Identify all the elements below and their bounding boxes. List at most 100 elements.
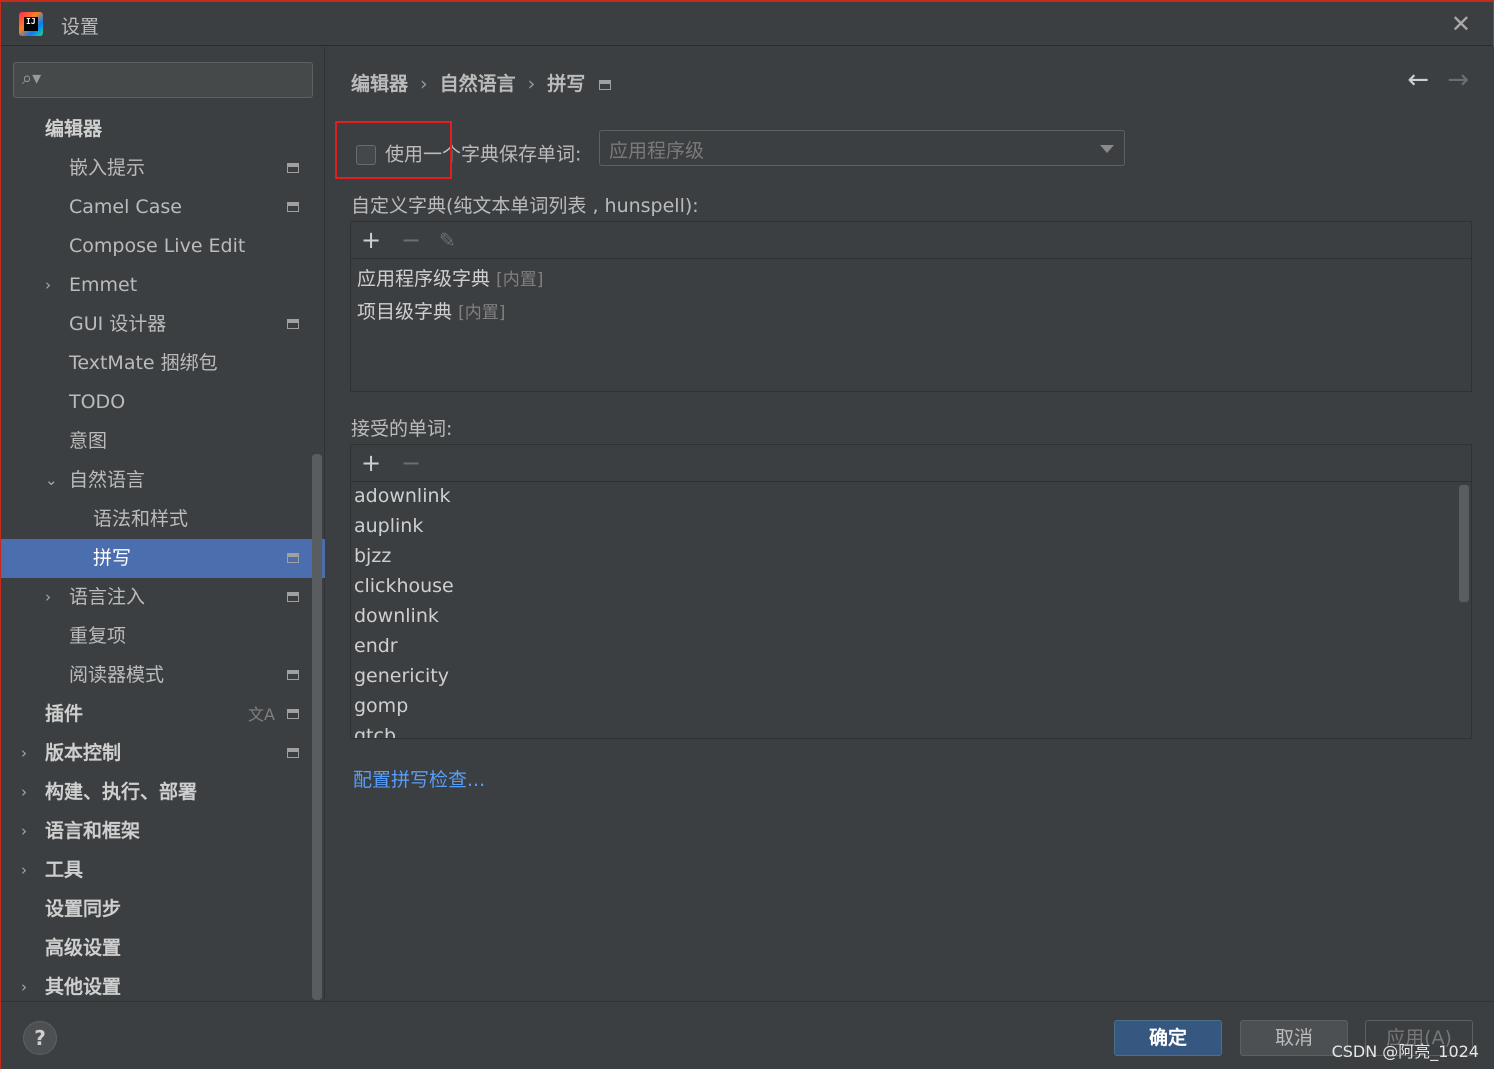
add-word-icon[interactable]: + — [361, 449, 381, 477]
sidebar-item[interactable]: TextMate 捆绑包 — [1, 344, 325, 383]
ok-button[interactable]: 确定 — [1114, 1020, 1222, 1056]
custom-dict-label: 自定义字典(纯文本单词列表 , hunspell): — [351, 195, 699, 217]
dict-name: 项目级字典 — [357, 301, 453, 323]
sidebar-item-label: Emmet — [69, 274, 138, 296]
word-list-item[interactable]: bjzz — [354, 545, 391, 567]
chevron-down-icon[interactable]: ⌄ — [45, 461, 58, 500]
chevron-right-icon[interactable]: › — [21, 773, 27, 812]
red-highlight-annotation — [335, 121, 452, 179]
chevron-right-icon[interactable]: › — [21, 851, 27, 890]
help-button[interactable]: ? — [23, 1021, 57, 1055]
word-list-item[interactable]: auplink — [354, 515, 423, 537]
remove-word-icon[interactable]: − — [401, 449, 421, 477]
sidebar-item[interactable]: Compose Live Edit — [1, 227, 325, 266]
sidebar-item[interactable]: › 构建、执行、部署 — [1, 773, 325, 812]
chevron-right-icon: › — [527, 73, 536, 95]
breadcrumb-item-editor[interactable]: 编辑器 — [351, 69, 408, 96]
dict-list-item[interactable]: 项目级字典 [内置] — [357, 297, 505, 324]
sidebar-item-label: 插件 — [45, 703, 84, 725]
sidebar-item-label: TextMate 捆绑包 — [69, 352, 218, 374]
accepted-words-list[interactable]: adownlink auplink bjzz clickhouse downlink en… — [351, 483, 1471, 738]
breadcrumb-item-natural-languages[interactable]: 自然语言 — [440, 69, 516, 96]
sidebar-item[interactable]: ⌄ 自然语言 — [1, 461, 325, 500]
word-list-item[interactable]: genericity — [354, 665, 449, 687]
breadcrumb-item-spelling: 拼写 — [547, 73, 586, 95]
search-input[interactable]: ⌕▾ — [13, 62, 313, 98]
dict-level-select[interactable]: 应用程序级 — [599, 130, 1125, 166]
dialog-footer: ? 确定 取消 应用(A) CSDN @阿亮_1024 — [1, 1001, 1494, 1069]
chevron-right-icon: › — [420, 73, 428, 95]
chevron-right-icon[interactable]: › — [21, 812, 27, 851]
chevron-right-icon[interactable]: › — [21, 734, 27, 773]
edit-dict-icon[interactable]: ✎ — [439, 228, 456, 252]
window-title: 设置 — [61, 16, 100, 38]
accepted-words-panel: + − adownlink auplink bjzz clickhouse downli… — [350, 444, 1472, 739]
sidebar-item[interactable]: › 语言注入 — [1, 578, 325, 617]
chevron-right-icon[interactable]: › — [45, 578, 51, 617]
project-settings-icon — [287, 553, 299, 563]
intellij-logo-icon: IJ — [19, 12, 43, 36]
project-settings-icon — [287, 163, 299, 173]
chevron-right-icon[interactable]: › — [45, 266, 51, 305]
word-list-item[interactable]: endr — [354, 635, 398, 657]
dict-name: 应用程序级字典 — [357, 268, 491, 290]
sidebar-item[interactable]: 语法和样式 — [1, 500, 325, 539]
configure-spellcheck-link[interactable]: 配置拼写检查... — [353, 765, 485, 792]
word-list-item[interactable]: gtcb — [354, 725, 396, 738]
word-list-item[interactable]: adownlink — [354, 485, 451, 507]
sidebar-item[interactable]: › 工具 — [1, 851, 325, 890]
back-arrow-icon[interactable]: ← — [1407, 65, 1429, 95]
settings-sidebar: ⌕▾ 编辑器 嵌入提示 Camel Case Compose Live Edit › Em… — [1, 47, 325, 1001]
dict-builtin-tag: [内置] — [496, 270, 544, 290]
custom-dict-toolbar: + − ✎ — [351, 222, 1471, 259]
sidebar-item-label: TODO — [69, 391, 126, 413]
sidebar-item-label: 重复项 — [69, 625, 127, 647]
sidebar-item[interactable]: 重复项 — [1, 617, 325, 656]
sidebar-item[interactable]: 嵌入提示 — [1, 149, 325, 188]
dict-list-item[interactable]: 应用程序级字典 [内置] — [357, 264, 543, 291]
dict-builtin-tag: [内置] — [458, 303, 506, 323]
sidebar-scrollbar[interactable] — [312, 454, 322, 1000]
word-list-item[interactable]: downlink — [354, 605, 439, 627]
search-icon: ⌕▾ — [22, 68, 42, 89]
sidebar-item[interactable]: GUI 设计器 — [1, 305, 325, 344]
sidebar-item[interactable]: Camel Case — [1, 188, 325, 227]
remove-dict-icon[interactable]: − — [401, 226, 421, 254]
sidebar-item-label: 语法和样式 — [93, 508, 189, 530]
project-settings-icon — [287, 709, 299, 719]
breadcrumb: 编辑器 › 自然语言 › 拼写 — [351, 69, 612, 96]
sidebar-item[interactable]: 编辑器 — [1, 110, 325, 149]
project-settings-icon — [287, 748, 299, 758]
project-settings-icon — [287, 202, 299, 212]
sidebar-item[interactable]: 意图 — [1, 422, 325, 461]
words-scrollbar[interactable] — [1459, 485, 1469, 602]
sidebar-item[interactable]: 插件 文A — [1, 695, 325, 734]
sidebar-item[interactable]: 拼写 — [1, 539, 325, 578]
sidebar-item[interactable]: › Emmet — [1, 266, 325, 305]
word-list-item[interactable]: gomp — [354, 695, 408, 717]
accepted-words-toolbar: + − — [351, 445, 1471, 482]
settings-window: IJ 设置 ✕ ⌕▾ 编辑器 嵌入提示 Camel Case Compose Live… — [0, 0, 1494, 1069]
sidebar-item[interactable]: 设置同步 — [1, 890, 325, 929]
sidebar-item-label: Camel Case — [69, 196, 182, 218]
sidebar-item[interactable]: › 版本控制 — [1, 734, 325, 773]
custom-dict-panel: + − ✎ 应用程序级字典 [内置] 项目级字典 [内置] — [350, 221, 1472, 392]
sidebar-item-label: 构建、执行、部署 — [45, 781, 198, 803]
sidebar-item[interactable]: 阅读器模式 — [1, 656, 325, 695]
sidebar-item[interactable]: TODO — [1, 383, 325, 422]
add-dict-icon[interactable]: + — [361, 226, 381, 254]
sidebar-item[interactable]: › 语言和框架 — [1, 812, 325, 851]
project-settings-icon — [287, 319, 299, 329]
word-list-item[interactable]: clickhouse — [354, 575, 454, 597]
translate-icon: 文A — [248, 705, 275, 724]
close-icon[interactable]: ✕ — [1451, 10, 1471, 38]
sidebar-item-label: GUI 设计器 — [69, 313, 167, 335]
sidebar-item-label: 版本控制 — [45, 742, 122, 764]
spelling-settings-panel: 编辑器 › 自然语言 › 拼写 ← → 使用一个字典保存单词: 应用程序级 自定义字典(… — [326, 47, 1494, 1001]
sidebar-item-label: 拼写 — [93, 547, 132, 569]
sidebar-item[interactable]: 高级设置 — [1, 929, 325, 968]
forward-arrow-icon[interactable]: → — [1447, 65, 1469, 95]
sidebar-item-label: 语言注入 — [69, 586, 146, 608]
watermark: CSDN @阿亮_1024 — [1331, 1042, 1479, 1061]
sidebar-item-label: 工具 — [45, 859, 84, 881]
